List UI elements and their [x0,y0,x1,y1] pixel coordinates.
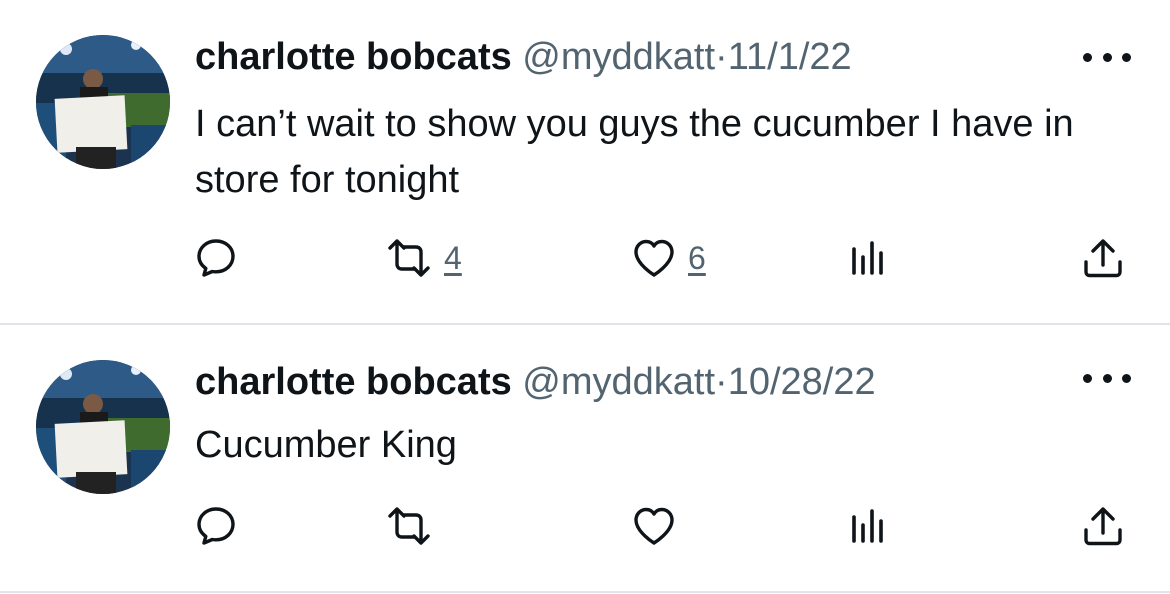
retweet-count[interactable]: 4 [444,240,462,277]
retweet-arrows-icon [388,239,430,277]
reply-button[interactable] [193,498,239,554]
share-button[interactable] [1080,498,1126,554]
three-dots-icon [1083,373,1092,383]
tweet-header: charlotte bobcats @myddkatt·11/1/22 [195,34,852,80]
speech-bubble-icon [197,239,235,277]
display-name[interactable]: charlotte bobcats [195,361,512,403]
share-button[interactable] [1080,230,1126,286]
views-button[interactable] [848,498,888,554]
bar-chart-icon [852,509,883,543]
bar-chart-icon [852,241,883,275]
separator: · [715,361,728,403]
display-name[interactable]: charlotte bobcats [195,36,512,78]
action-bar: 4 6 [0,230,1170,286]
tweet-date[interactable]: 11/1/22 [728,36,852,78]
three-dots-icon [1083,52,1092,62]
tweet-date[interactable]: 10/28/22 [728,361,876,403]
speech-bubble-icon [197,507,235,545]
tweet-text: Cucumber King [195,424,457,466]
action-bar [0,498,1170,554]
heart-icon [634,239,674,277]
separator: · [715,36,728,78]
more-options-button[interactable] [1083,47,1131,67]
like-count[interactable]: 6 [688,240,706,277]
more-options-button[interactable] [1083,368,1131,388]
retweet-button[interactable]: 4 [384,230,462,286]
like-button[interactable] [630,498,678,554]
retweet-arrows-icon [388,507,430,545]
share-upload-icon [1084,507,1122,546]
views-button[interactable] [848,230,888,286]
like-button[interactable]: 6 [630,230,706,286]
share-upload-icon [1084,239,1122,278]
retweet-button[interactable] [384,498,434,554]
reply-button[interactable] [193,230,239,286]
avatar[interactable] [36,360,170,494]
username-handle[interactable]: @myddkatt [522,36,715,78]
avatar[interactable] [36,35,170,169]
tweet-header: charlotte bobcats @myddkatt·10/28/22 [195,359,876,405]
tweet[interactable]: charlotte bobcats @myddkatt·10/28/22 Cuc… [0,325,1170,593]
tweet-text: I can’t wait to show you guys the cucumb… [195,103,1074,201]
username-handle[interactable]: @myddkatt [522,361,715,403]
tweet[interactable]: charlotte bobcats @myddkatt·11/1/22 I ca… [0,0,1170,325]
heart-icon [634,507,674,545]
